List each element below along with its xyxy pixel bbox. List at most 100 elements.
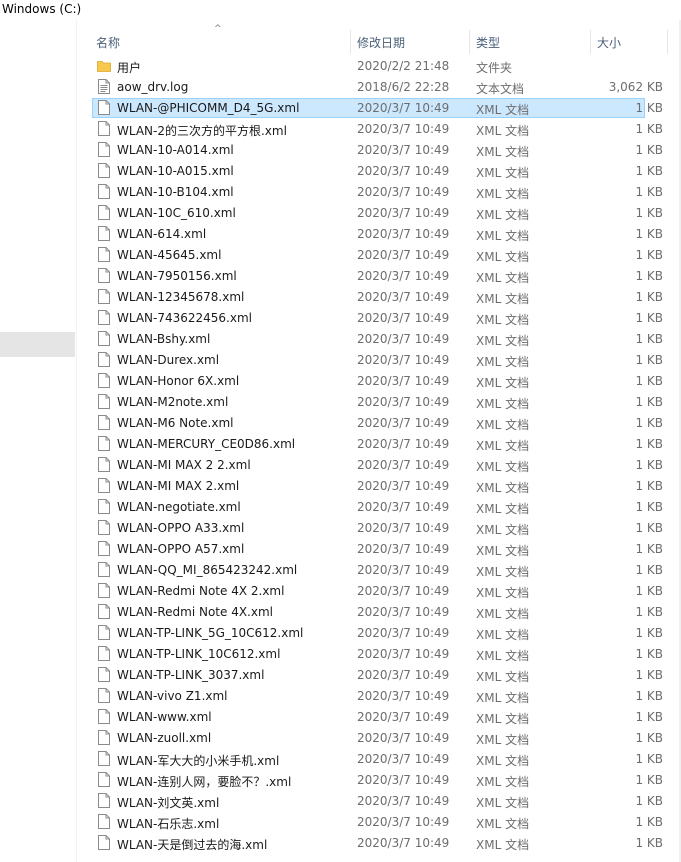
xml-file-icon <box>98 688 110 703</box>
file-modified-date: 2020/3/7 10:49 <box>357 227 450 241</box>
file-row[interactable]: 用户 2020/2/2 21:48 文件夹 <box>77 56 681 77</box>
file-type: XML 文档 <box>476 145 530 159</box>
file-row[interactable]: WLAN-TP-LINK_5G_10C612.xml 2020/3/7 10:49… <box>77 623 681 644</box>
file-row[interactable]: WLAN-Bshy.xml 2020/3/7 10:49 XML 文档 1 KB <box>77 329 681 350</box>
file-row[interactable]: WLAN-军大大的小米手机.xml 2020/3/7 10:49 XML 文档 1 K… <box>77 749 681 770</box>
navigation-pane[interactable] <box>0 20 77 862</box>
xml-file-icon <box>98 499 110 514</box>
file-size: 1 KB <box>635 584 663 598</box>
file-row[interactable]: aow_drv.log 2018/6/2 22:28 文本文档 3,062 KB <box>77 77 681 98</box>
file-type: XML 文档 <box>476 586 530 600</box>
nav-selected-item[interactable] <box>0 332 75 357</box>
file-row[interactable]: WLAN-石乐志.xml 2020/3/7 10:49 XML 文档 1 KB <box>77 812 681 833</box>
file-name: WLAN-zuoll.xml <box>117 731 212 745</box>
file-row[interactable]: WLAN-OPPO A33.xml 2020/3/7 10:49 XML 文档 1 K… <box>77 518 681 539</box>
xml-file-icon <box>98 268 110 283</box>
file-row[interactable]: WLAN-614.xml 2020/3/7 10:49 XML 文档 1 KB <box>77 224 681 245</box>
file-row[interactable]: WLAN-2的三次方的平方根.xml 2020/3/7 10:49 XML 文档 1 … <box>77 119 681 140</box>
file-size: 1 KB <box>635 395 663 409</box>
file-row[interactable]: WLAN-MI MAX 2.xml 2020/3/7 10:49 XML 文档 1 K… <box>77 476 681 497</box>
column-header-date[interactable]: 修改日期 <box>357 34 405 51</box>
file-row[interactable]: WLAN-M6 Note.xml 2020/3/7 10:49 XML 文档 1 KB <box>77 413 681 434</box>
file-row[interactable]: WLAN-刘文英.xml 2020/3/7 10:49 XML 文档 1 KB <box>77 791 681 812</box>
column-divider[interactable] <box>667 30 668 54</box>
xml-file-icon <box>98 373 110 388</box>
file-type: XML 文档 <box>476 607 530 621</box>
file-row[interactable]: WLAN-TP-LINK_3037.xml 2020/3/7 10:49 XML 文… <box>77 665 681 686</box>
file-name: WLAN-M2note.xml <box>117 395 229 409</box>
file-row[interactable]: WLAN-连别人网，要脸不？.xml 2020/3/7 10:49 XML 文档 1 … <box>77 770 681 791</box>
file-row[interactable]: WLAN-12345678.xml 2020/3/7 10:49 XML 文档 1 K… <box>77 287 681 308</box>
file-row[interactable]: WLAN-vivo Z1.xml 2020/3/7 10:49 XML 文档 1 KB <box>77 686 681 707</box>
file-name: WLAN-TP-LINK_10C612.xml <box>117 647 281 661</box>
column-header-size[interactable]: 大小 <box>597 34 621 51</box>
file-modified-date: 2020/2/2 21:48 <box>357 59 450 73</box>
file-row[interactable]: WLAN-@PHICOMM_D4_5G.xml 2020/3/7 10:49 XML… <box>77 98 681 119</box>
file-type: XML 文档 <box>476 565 530 579</box>
file-size: 1 KB <box>635 605 663 619</box>
file-row[interactable]: WLAN-TP-LINK_10C612.xml 2020/3/7 10:49 XML… <box>77 644 681 665</box>
file-size: 1 KB <box>635 773 663 787</box>
file-row[interactable]: WLAN-天是倒过去的海.xml 2020/3/7 10:49 XML 文档 1 KB <box>77 833 681 854</box>
file-size: 1 KB <box>635 500 663 514</box>
file-row[interactable]: WLAN-OPPO A57.xml 2020/3/7 10:49 XML 文档 1 K… <box>77 539 681 560</box>
file-row[interactable]: WLAN-www.xml 2020/3/7 10:49 XML 文档 1 KB <box>77 707 681 728</box>
file-modified-date: 2020/3/7 10:49 <box>357 248 450 262</box>
file-size: 1 KB <box>635 164 663 178</box>
file-type: XML 文档 <box>476 439 530 453</box>
file-name: WLAN-12345678.xml <box>117 290 245 304</box>
xml-file-icon <box>98 121 110 136</box>
file-row[interactable]: WLAN-10-A015.xml 2020/3/7 10:49 XML 文档 1 KB <box>77 161 681 182</box>
file-row[interactable]: WLAN-negotiate.xml 2020/3/7 10:49 XML 文档 1 … <box>77 497 681 518</box>
file-modified-date: 2020/3/7 10:49 <box>357 479 450 493</box>
file-type: XML 文档 <box>476 544 530 558</box>
file-name: WLAN-45645.xml <box>117 248 222 262</box>
file-size: 1 KB <box>635 563 663 577</box>
file-modified-date: 2020/3/7 10:49 <box>357 122 450 136</box>
file-row[interactable]: WLAN-45645.xml 2020/3/7 10:49 XML 文档 1 KB <box>77 245 681 266</box>
file-type: XML 文档 <box>476 523 530 537</box>
file-row[interactable]: WLAN-Honor 6X.xml 2020/3/7 10:49 XML 文档 1 K… <box>77 371 681 392</box>
file-name: WLAN-MERCURY_CE0D86.xml <box>117 437 296 451</box>
column-divider[interactable] <box>350 30 351 54</box>
file-row[interactable]: WLAN-MERCURY_CE0D86.xml 2020/3/7 10:49 XML… <box>77 434 681 455</box>
file-modified-date: 2020/3/7 10:49 <box>357 626 450 640</box>
file-modified-date: 2020/3/7 10:49 <box>357 374 450 388</box>
file-size: 1 KB <box>635 815 663 829</box>
file-type: XML 文档 <box>476 124 530 138</box>
file-row[interactable]: WLAN-Redmi Note 4X 2.xml 2020/3/7 10:49 XM… <box>77 581 681 602</box>
file-name: WLAN-7950156.xml <box>117 269 237 283</box>
file-row[interactable]: WLAN-7950156.xml 2020/3/7 10:49 XML 文档 1 KB <box>77 266 681 287</box>
file-type: XML 文档 <box>476 775 530 789</box>
file-type: XML 文档 <box>476 187 530 201</box>
file-row[interactable]: WLAN-M2note.xml 2020/3/7 10:49 XML 文档 1 KB <box>77 392 681 413</box>
column-divider[interactable] <box>469 30 470 54</box>
file-size: 1 KB <box>635 668 663 682</box>
column-divider[interactable] <box>590 30 591 54</box>
file-row[interactable]: WLAN-QQ_MI_865423242.xml 2020/3/7 10:49 XM… <box>77 560 681 581</box>
column-header-row: ^ 名称 修改日期 类型 大小 <box>77 24 681 54</box>
file-row[interactable]: WLAN-zuoll.xml 2020/3/7 10:49 XML 文档 1 KB <box>77 728 681 749</box>
file-row[interactable]: WLAN-MI MAX 2 2.xml 2020/3/7 10:49 XML 文档 1… <box>77 455 681 476</box>
file-size: 1 KB <box>635 710 663 724</box>
file-size: 1 KB <box>635 248 663 262</box>
file-name: WLAN-Redmi Note 4X.xml <box>117 605 273 619</box>
file-row[interactable]: WLAN-10-B104.xml 2020/3/7 10:49 XML 文档 1 KB <box>77 182 681 203</box>
file-modified-date: 2020/3/7 10:49 <box>357 605 450 619</box>
column-header-name[interactable]: 名称 <box>96 34 120 51</box>
file-name: WLAN-Durex.xml <box>117 353 220 367</box>
file-modified-date: 2020/3/7 10:49 <box>357 458 450 472</box>
xml-file-icon <box>98 562 110 577</box>
file-row[interactable]: WLAN-743622456.xml 2020/3/7 10:49 XML 文档 1 … <box>77 308 681 329</box>
xml-file-icon <box>98 436 110 451</box>
file-row[interactable]: WLAN-Durex.xml 2020/3/7 10:49 XML 文档 1 KB <box>77 350 681 371</box>
xml-file-icon <box>98 142 110 157</box>
file-name: WLAN-743622456.xml <box>117 311 252 325</box>
file-name: WLAN-OPPO A57.xml <box>117 542 245 556</box>
file-type: XML 文档 <box>476 460 530 474</box>
column-header-type[interactable]: 类型 <box>476 34 500 51</box>
file-row[interactable]: WLAN-Redmi Note 4X.xml 2020/3/7 10:49 XML … <box>77 602 681 623</box>
file-type: XML 文档 <box>476 691 530 705</box>
file-row[interactable]: WLAN-10C_610.xml 2020/3/7 10:49 XML 文档 1 KB <box>77 203 681 224</box>
file-row[interactable]: WLAN-10-A014.xml 2020/3/7 10:49 XML 文档 1 KB <box>77 140 681 161</box>
